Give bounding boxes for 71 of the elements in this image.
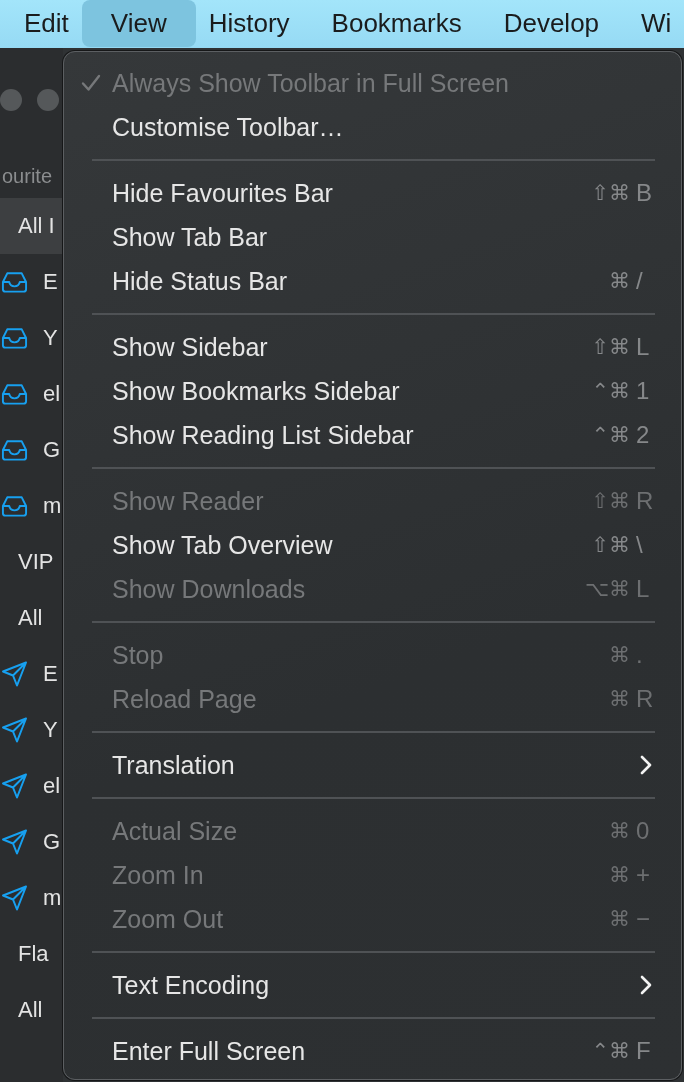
shortcut-key: −: [636, 905, 656, 933]
menu-item[interactable]: Enter Full Screen ⌃⌘ F: [64, 1029, 681, 1073]
paper-plane-icon: [1, 661, 28, 687]
shortcut-key: L: [636, 575, 656, 603]
sidebar-item[interactable]: Y: [0, 310, 63, 366]
shortcut-key: F: [636, 1037, 656, 1065]
shortcut-key: R: [636, 685, 656, 713]
modifier-keys: ⌃⌘: [591, 1039, 630, 1063]
modifier-keys: ⌃⌘: [591, 423, 630, 447]
menu-item[interactable]: Show Tab Bar: [64, 215, 681, 259]
modifier-keys: ⇧⌘: [591, 489, 630, 513]
shortcut-key: +: [636, 861, 656, 889]
sidebar-item[interactable]: Y: [0, 702, 63, 758]
inbox-icon: [1, 383, 28, 405]
shortcut-key: R: [636, 487, 656, 515]
sidebar-item[interactable]: E: [0, 646, 63, 702]
modifier-keys: ⌘: [609, 687, 630, 711]
menu-item[interactable]: Translation: [64, 743, 681, 787]
inbox-icon: [1, 495, 28, 517]
shortcut-key: /: [636, 267, 656, 295]
menu-bar-item[interactable]: Wi: [620, 0, 684, 47]
menu-item[interactable]: Show Reading List Sidebar ⌃⌘ 2: [64, 413, 681, 457]
modifier-keys: ⌃⌘: [591, 379, 630, 403]
inbox-icon: [1, 439, 28, 461]
paper-plane-icon: [1, 885, 28, 911]
shortcut-key: \: [636, 531, 656, 559]
modifier-keys: ⌘: [609, 643, 630, 667]
shortcut-key: 0: [636, 817, 656, 845]
sidebar-item[interactable]: m: [0, 478, 63, 534]
menu-bar-item[interactable]: Develop: [482, 0, 621, 47]
menu-item[interactable]: Customise Toolbar…: [64, 105, 681, 149]
menu-item[interactable]: Show Sidebar ⇧⌘ L: [64, 325, 681, 369]
shortcut-key: B: [636, 179, 656, 207]
sidebar-item[interactable]: All I: [0, 198, 63, 254]
sidebar-item[interactable]: E: [0, 254, 63, 310]
menu-item[interactable]: Show Tab Overview ⇧⌘ \: [64, 523, 681, 567]
section-header: ourite: [1, 164, 54, 188]
modifier-keys: ⇧⌘: [591, 533, 630, 557]
sidebar-item[interactable]: G: [0, 814, 63, 870]
paper-plane-icon: [1, 829, 28, 855]
menu-item[interactable]: Hide Favourites Bar ⇧⌘ B: [64, 171, 681, 215]
modifier-keys: ⌥⌘: [584, 577, 630, 601]
shortcut-key: L: [636, 333, 656, 361]
sidebar-item[interactable]: G: [0, 422, 63, 478]
sidebar-item[interactable]: m: [0, 870, 63, 926]
menu-item[interactable]: Show Bookmarks Sidebar ⌃⌘ 1: [64, 369, 681, 413]
menu-bar-item[interactable]: Bookmarks: [310, 0, 483, 47]
modifier-keys: ⌘: [609, 819, 630, 843]
modifier-keys: ⇧⌘: [591, 335, 630, 359]
sidebar-item[interactable]: Fla: [0, 926, 63, 982]
paper-plane-icon: [1, 773, 28, 799]
modifier-keys: ⌘: [609, 863, 630, 887]
shortcut-key: 1: [636, 377, 656, 405]
window-control-icon[interactable]: [37, 89, 59, 111]
modifier-keys: ⌘: [609, 907, 630, 931]
menu-bar-item[interactable]: View: [81, 0, 196, 47]
sidebar-item[interactable]: All: [0, 590, 63, 646]
sidebar-item[interactable]: VIP: [0, 534, 63, 590]
sidebar-item[interactable]: el: [0, 366, 63, 422]
paper-plane-icon: [1, 717, 28, 743]
inbox-icon: [1, 271, 28, 293]
modifier-keys: ⌘: [609, 269, 630, 293]
modifier-keys: ⇧⌘: [591, 181, 630, 205]
sidebar-item[interactable]: All: [0, 982, 63, 1038]
window-control-icon[interactable]: [0, 89, 22, 111]
sidebar-item[interactable]: el: [0, 758, 63, 814]
inbox-icon: [1, 327, 28, 349]
menu-item[interactable]: Text Encoding: [64, 963, 681, 1007]
shortcut-key: .: [636, 641, 656, 669]
shortcut-key: 2: [636, 421, 656, 449]
menu-item[interactable]: Hide Status Bar ⌘ /: [64, 259, 681, 303]
